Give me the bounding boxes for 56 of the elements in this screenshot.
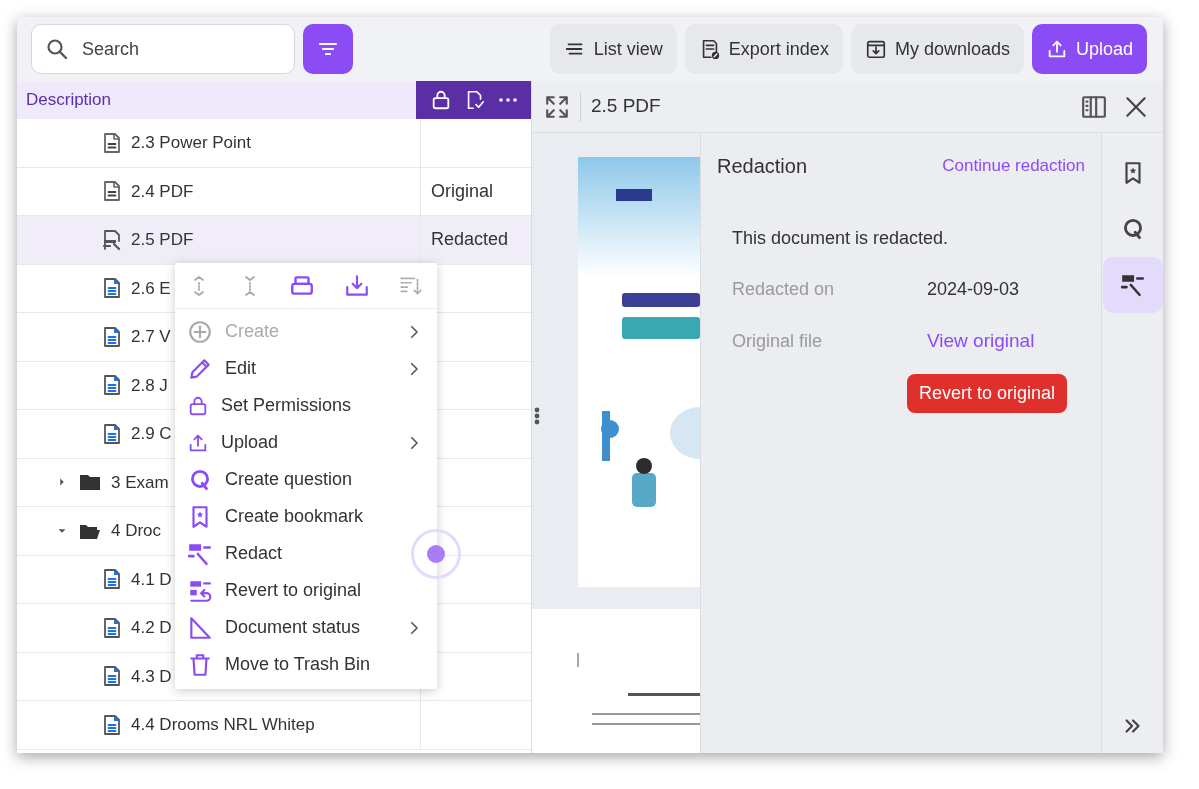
search-field[interactable]: Search bbox=[31, 24, 295, 74]
file-name: 2.4 PDF bbox=[131, 180, 194, 203]
field-label: Redacted on bbox=[732, 278, 836, 301]
redact-icon bbox=[1119, 272, 1146, 298]
file-name: 2.5 PDF bbox=[131, 229, 194, 251]
side-panel-button[interactable] bbox=[1081, 93, 1107, 120]
panel-title: Redaction bbox=[717, 154, 808, 179]
menu-item[interactable]: Create bookmark bbox=[175, 498, 437, 535]
status-message: This document is redacted. bbox=[732, 227, 950, 250]
file-name: 2.8 J bbox=[131, 374, 168, 397]
view-original-link[interactable]: View original bbox=[927, 327, 1035, 356]
fullscreen-icon bbox=[544, 93, 570, 120]
file-name: 4.4 Drooms NRL Whitep bbox=[131, 714, 315, 736]
list-button[interactable]: List view bbox=[549, 24, 677, 74]
file-name: 4.3 D bbox=[131, 665, 172, 688]
plus-circle-icon bbox=[187, 318, 213, 345]
revert-button[interactable]: Revert to original bbox=[907, 373, 1068, 413]
menu-item[interactable]: Edit bbox=[175, 350, 437, 387]
download-box-icon bbox=[864, 38, 887, 60]
table-row[interactable]: 2.3 Power Point bbox=[17, 119, 531, 168]
downloads-button[interactable]: My downloads bbox=[850, 24, 1024, 74]
document-title: 2.5 PDF bbox=[591, 94, 661, 119]
file-name: 4 Droc bbox=[111, 520, 162, 542]
column-header: Description bbox=[17, 81, 416, 119]
status-text: Original bbox=[431, 179, 494, 203]
file-name: 2.9 C bbox=[131, 423, 172, 445]
menu-item[interactable]: Document status bbox=[175, 609, 437, 646]
drag-handle-icon bbox=[534, 406, 540, 425]
table-row[interactable]: 2.5 PDF Redacted bbox=[17, 216, 531, 265]
status-text: Redacted bbox=[431, 228, 509, 252]
filter-button[interactable] bbox=[303, 24, 353, 74]
file-name: 2.3 Power Point bbox=[131, 132, 251, 154]
menu-item[interactable]: Redact bbox=[175, 535, 437, 572]
continue-redaction-link[interactable]: Continue redaction bbox=[942, 153, 1085, 179]
side-panel-icon bbox=[1081, 93, 1107, 120]
file-name: 2.7 V bbox=[131, 326, 171, 348]
field-value: 2024-09-03 bbox=[927, 278, 1020, 301]
lock-icon bbox=[187, 394, 209, 417]
menu-item[interactable]: Create question bbox=[175, 461, 437, 498]
export-button[interactable]: Export index bbox=[684, 24, 843, 74]
menu-item[interactable]: Upload bbox=[175, 424, 437, 461]
search-icon bbox=[45, 37, 69, 61]
file-name: 2.6 E bbox=[131, 277, 171, 300]
triangle-icon bbox=[187, 614, 213, 641]
file-name: 4.1 D bbox=[131, 568, 172, 591]
redact-tab[interactable] bbox=[1102, 257, 1163, 313]
upload-button[interactable]: Upload bbox=[1031, 24, 1147, 74]
table-row[interactable]: 4.4 Drooms NRL Whitep bbox=[17, 701, 531, 750]
file-name: 4.2 D bbox=[131, 617, 172, 639]
cursor-indicator bbox=[411, 529, 461, 579]
field-label: Original file bbox=[732, 329, 824, 353]
more-icon bbox=[497, 97, 518, 103]
fullscreen-button[interactable] bbox=[544, 93, 570, 120]
trash-icon bbox=[187, 651, 213, 678]
file-name: 3 Exam bbox=[111, 471, 169, 494]
menu-item[interactable]: Set Permissions bbox=[175, 387, 437, 424]
